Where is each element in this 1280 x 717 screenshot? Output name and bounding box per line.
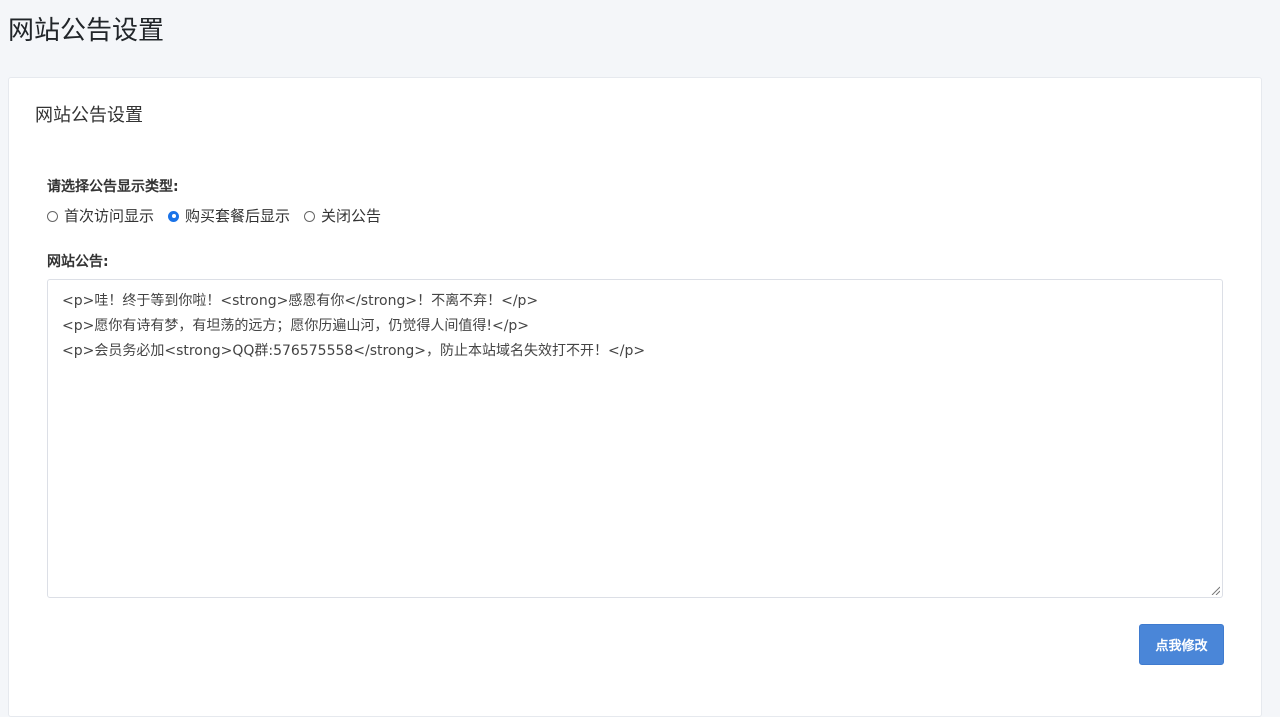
- radio-circle-icon[interactable]: [304, 210, 316, 222]
- notice-settings-card: 网站公告设置 请选择公告显示类型: 首次访问显示 购买套餐后显示 关闭公告 网站…: [8, 77, 1262, 717]
- radio-close-notice-label: 关闭公告: [321, 207, 382, 225]
- submit-button[interactable]: 点我修改: [1139, 624, 1224, 665]
- notice-label: 网站公告:: [47, 254, 109, 270]
- radio-after-purchase[interactable]: 购买套餐后显示: [168, 206, 290, 226]
- card-title: 网站公告设置: [35, 105, 143, 126]
- radio-after-purchase-label: 购买套餐后显示: [185, 207, 291, 225]
- page-title: 网站公告设置: [8, 16, 165, 46]
- radio-circle-checked-icon[interactable]: [168, 210, 180, 222]
- radio-first-visit-label: 首次访问显示: [64, 207, 155, 225]
- notice-textarea[interactable]: <p>哇！终于等到你啦！<strong>感恩有你</strong>！不离不弃！<…: [47, 279, 1223, 598]
- resize-handle-icon[interactable]: [1210, 585, 1220, 595]
- radio-circle-icon[interactable]: [47, 210, 58, 222]
- display-type-radio-group: 首次访问显示 购买套餐后显示 关闭公告: [47, 206, 395, 226]
- radio-first-visit[interactable]: 首次访问显示: [47, 206, 154, 226]
- radio-close-notice[interactable]: 关闭公告: [304, 206, 381, 226]
- display-type-label: 请选择公告显示类型:: [47, 179, 179, 195]
